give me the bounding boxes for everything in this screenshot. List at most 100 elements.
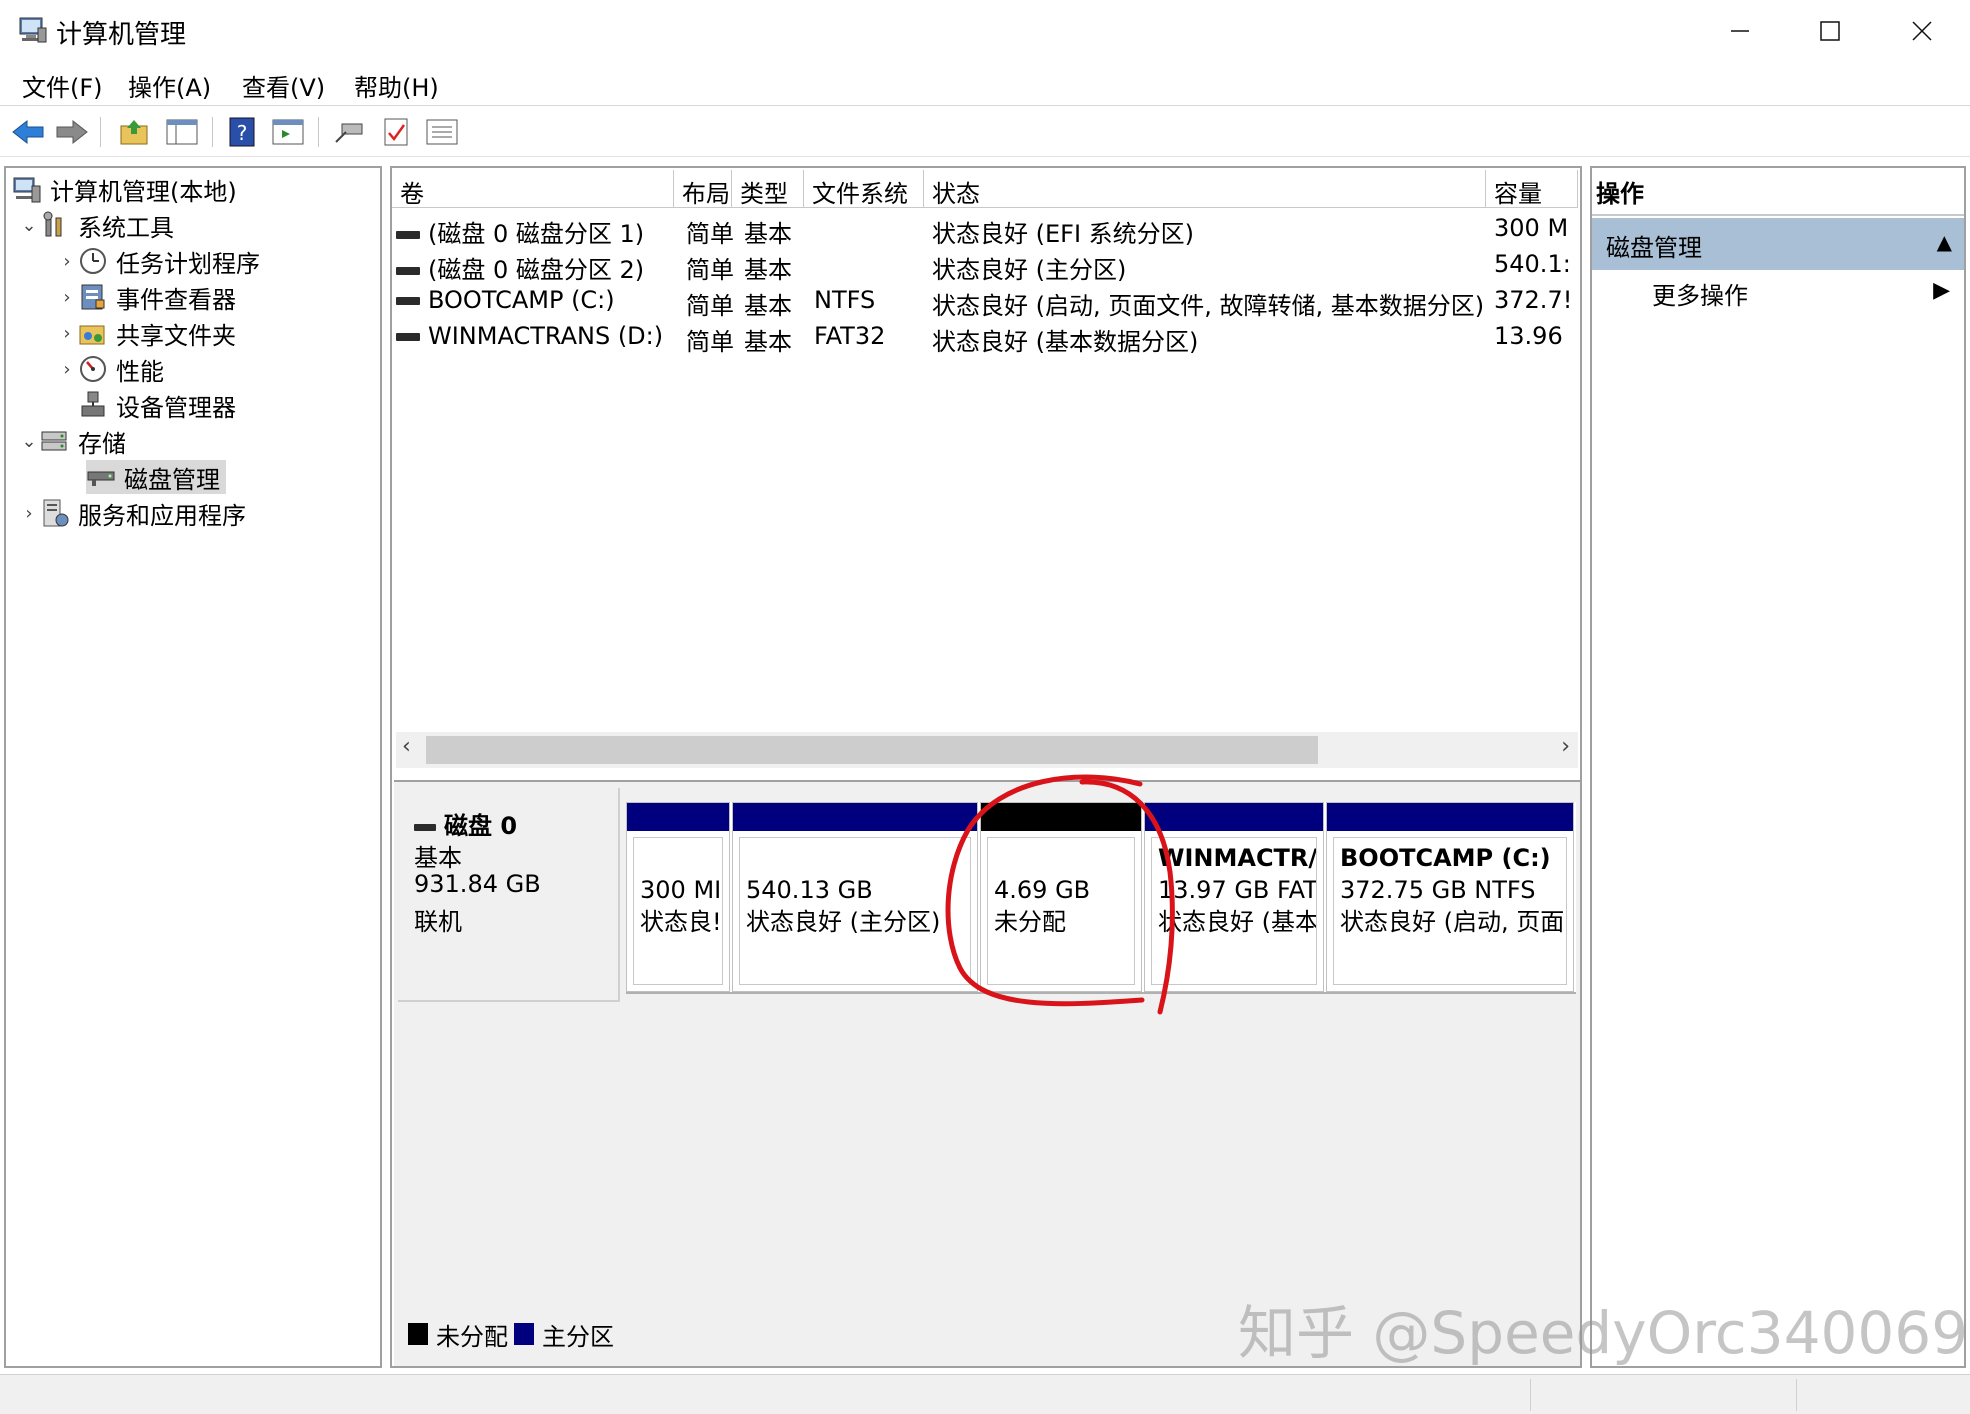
system-tools-icon [43, 211, 62, 237]
partition-status: 状态良好 (启动, 页面 [1340, 908, 1565, 936]
volume-name: (磁盘 0 磁盘分区 1) [428, 220, 645, 248]
actions-section-disk-management[interactable]: 磁盘管理 ▲ [1592, 218, 1964, 270]
partition-unallocated[interactable]: 4.69 GB 未分配 [980, 802, 1142, 992]
disk-size: 931.84 GB [414, 870, 541, 898]
help-button[interactable]: ? [222, 113, 262, 151]
tree-item-device-manager[interactable]: 设备管理器 [78, 388, 236, 422]
legend-swatch-unallocated [408, 1323, 428, 1345]
volume-type: 基本 [744, 256, 792, 284]
disk-management-icon [87, 471, 115, 486]
disk-info-panel[interactable]: 磁盘 0 基本 931.84 GB 联机 [398, 788, 620, 1002]
tree-item-disk-management[interactable]: 磁盘管理 [86, 460, 226, 494]
scroll-left-icon[interactable]: ‹ [402, 734, 411, 759]
tree-label-device-manager: 设备管理器 [116, 393, 236, 422]
show-hide-tree-button[interactable] [162, 113, 202, 151]
connect-button[interactable] [330, 113, 370, 151]
partition-status: 状态良! [640, 908, 722, 936]
close-icon [1912, 21, 1932, 41]
tree-item-performance[interactable]: › 性能 [56, 352, 164, 386]
chevron-down-icon[interactable]: ⌄ [18, 215, 40, 236]
chevron-right-icon[interactable]: › [18, 503, 40, 524]
table-row[interactable]: (磁盘 0 磁盘分区 1) 简单 基本 状态良好 (EFI 系统分区) 300 … [396, 212, 1576, 248]
volume-layout: 简单 [686, 328, 734, 356]
tree-label-shared-folders: 共享文件夹 [116, 321, 236, 350]
menu-file[interactable]: 文件(F) [22, 68, 103, 103]
partition-bar [627, 803, 729, 831]
table-row[interactable]: WINMACTRANS (D:) 简单 基本 FAT32 状态良好 (基本数据分… [396, 320, 1576, 356]
tree-item-services-apps[interactable]: › 服务和应用程序 [18, 496, 246, 530]
table-row[interactable]: BOOTCAMP (C:) 简单 基本 NTFS 状态良好 (启动, 页面文件,… [396, 284, 1576, 320]
drive-icon [414, 823, 436, 831]
column-header-filesystem[interactable]: 文件系统 [804, 170, 924, 208]
svg-text:?: ? [237, 121, 248, 145]
partition-primary[interactable]: 540.13 GB 状态良好 (主分区) [732, 802, 978, 992]
forward-button[interactable] [52, 113, 92, 151]
legend-swatch-primary [514, 1323, 534, 1345]
column-header-type[interactable]: 类型 [732, 170, 804, 208]
column-header-status[interactable]: 状态 [924, 170, 1486, 208]
drive-icon [396, 297, 420, 305]
partition-efi[interactable]: 300 MI 状态良! [626, 802, 730, 992]
list-button[interactable] [422, 113, 462, 151]
chevron-down-icon[interactable]: ⌄ [18, 431, 40, 452]
horizontal-scrollbar[interactable]: ‹ › [396, 732, 1578, 768]
volume-status: 状态良好 (EFI 系统分区) [932, 220, 1195, 248]
tree-label-services-apps: 服务和应用程序 [78, 501, 246, 530]
storage-icon [41, 431, 67, 451]
tree-label-storage: 存储 [78, 429, 126, 458]
status-bar [0, 1374, 1970, 1414]
partition-status: 未分配 [994, 908, 1066, 936]
volume-layout: 简单 [686, 292, 734, 320]
chevron-right-icon[interactable]: › [56, 287, 78, 308]
disk-state: 联机 [414, 908, 462, 936]
menu-help[interactable]: 帮助(H) [354, 68, 439, 103]
tree-item-shared-folders[interactable]: › 共享文件夹 [56, 316, 236, 350]
volume-type: 基本 [744, 220, 792, 248]
properties-icon [272, 119, 304, 145]
more-actions-item[interactable]: 更多操作 [1652, 276, 1748, 311]
volume-capacity: 540.1: [1494, 250, 1571, 278]
minimize-button[interactable] [1700, 8, 1780, 54]
tree-item-storage[interactable]: ⌄ 存储 [18, 424, 126, 458]
check-button[interactable] [376, 113, 416, 151]
column-header-layout[interactable]: 布局 [674, 170, 732, 208]
back-button[interactable] [8, 113, 48, 151]
menu-action[interactable]: 操作(A) [128, 68, 211, 103]
tree-item-event-viewer[interactable]: › 事件查看器 [56, 280, 236, 314]
table-row[interactable]: (磁盘 0 磁盘分区 2) 简单 基本 状态良好 (主分区) 540.1: [396, 248, 1576, 284]
up-level-button[interactable] [114, 113, 154, 151]
tree-label-disk-management: 磁盘管理 [124, 465, 220, 494]
partition-bootcamp[interactable]: BOOTCAMP (C:) 372.75 GB NTFS 状态良好 (启动, 页… [1326, 802, 1574, 992]
partition-winmactrans[interactable]: WINMACTR/ 13.97 GB FAT 状态良好 (基本 [1144, 802, 1324, 992]
tree-item-system-tools[interactable]: ⌄ 系统工具 [18, 208, 174, 242]
partition-size: 4.69 GB [994, 876, 1091, 904]
scroll-right-icon[interactable]: › [1561, 734, 1570, 759]
show-hide-tree-icon [166, 119, 198, 145]
scrollbar-thumb[interactable] [426, 736, 1318, 764]
minimize-icon [1731, 30, 1749, 32]
forward-arrow-icon [56, 119, 88, 145]
back-arrow-icon [12, 119, 44, 145]
chevron-right-icon[interactable]: › [56, 323, 78, 344]
menu-view[interactable]: 查看(V) [242, 68, 325, 103]
column-header-volume[interactable]: 卷 [392, 170, 674, 208]
tree-item-task-scheduler[interactable]: › 任务计划程序 [56, 244, 260, 278]
close-button[interactable] [1882, 8, 1962, 54]
tree-item-computer-management[interactable]: 计算机管理(本地) [12, 172, 237, 206]
tree-label-task-scheduler: 任务计划程序 [116, 249, 260, 278]
partition-title [994, 842, 1128, 874]
collapse-up-icon[interactable]: ▲ [1937, 230, 1952, 254]
maximize-button[interactable] [1790, 8, 1870, 54]
chevron-right-icon[interactable]: › [56, 251, 78, 272]
partition-bar [1327, 803, 1573, 831]
tree-label-root: 计算机管理(本地) [50, 177, 237, 206]
column-header-capacity[interactable]: 容量 [1486, 170, 1578, 208]
volume-name: WINMACTRANS (D:) [428, 322, 664, 350]
partition-bar [733, 803, 977, 831]
submenu-arrow-icon[interactable]: ▶ [1933, 278, 1950, 303]
properties-button[interactable] [268, 113, 308, 151]
up-folder-icon [120, 120, 148, 145]
chevron-right-icon[interactable]: › [56, 359, 78, 380]
legend-label-primary: 主分区 [542, 1322, 614, 1351]
legend: 未分配 主分区 [402, 1318, 614, 1351]
